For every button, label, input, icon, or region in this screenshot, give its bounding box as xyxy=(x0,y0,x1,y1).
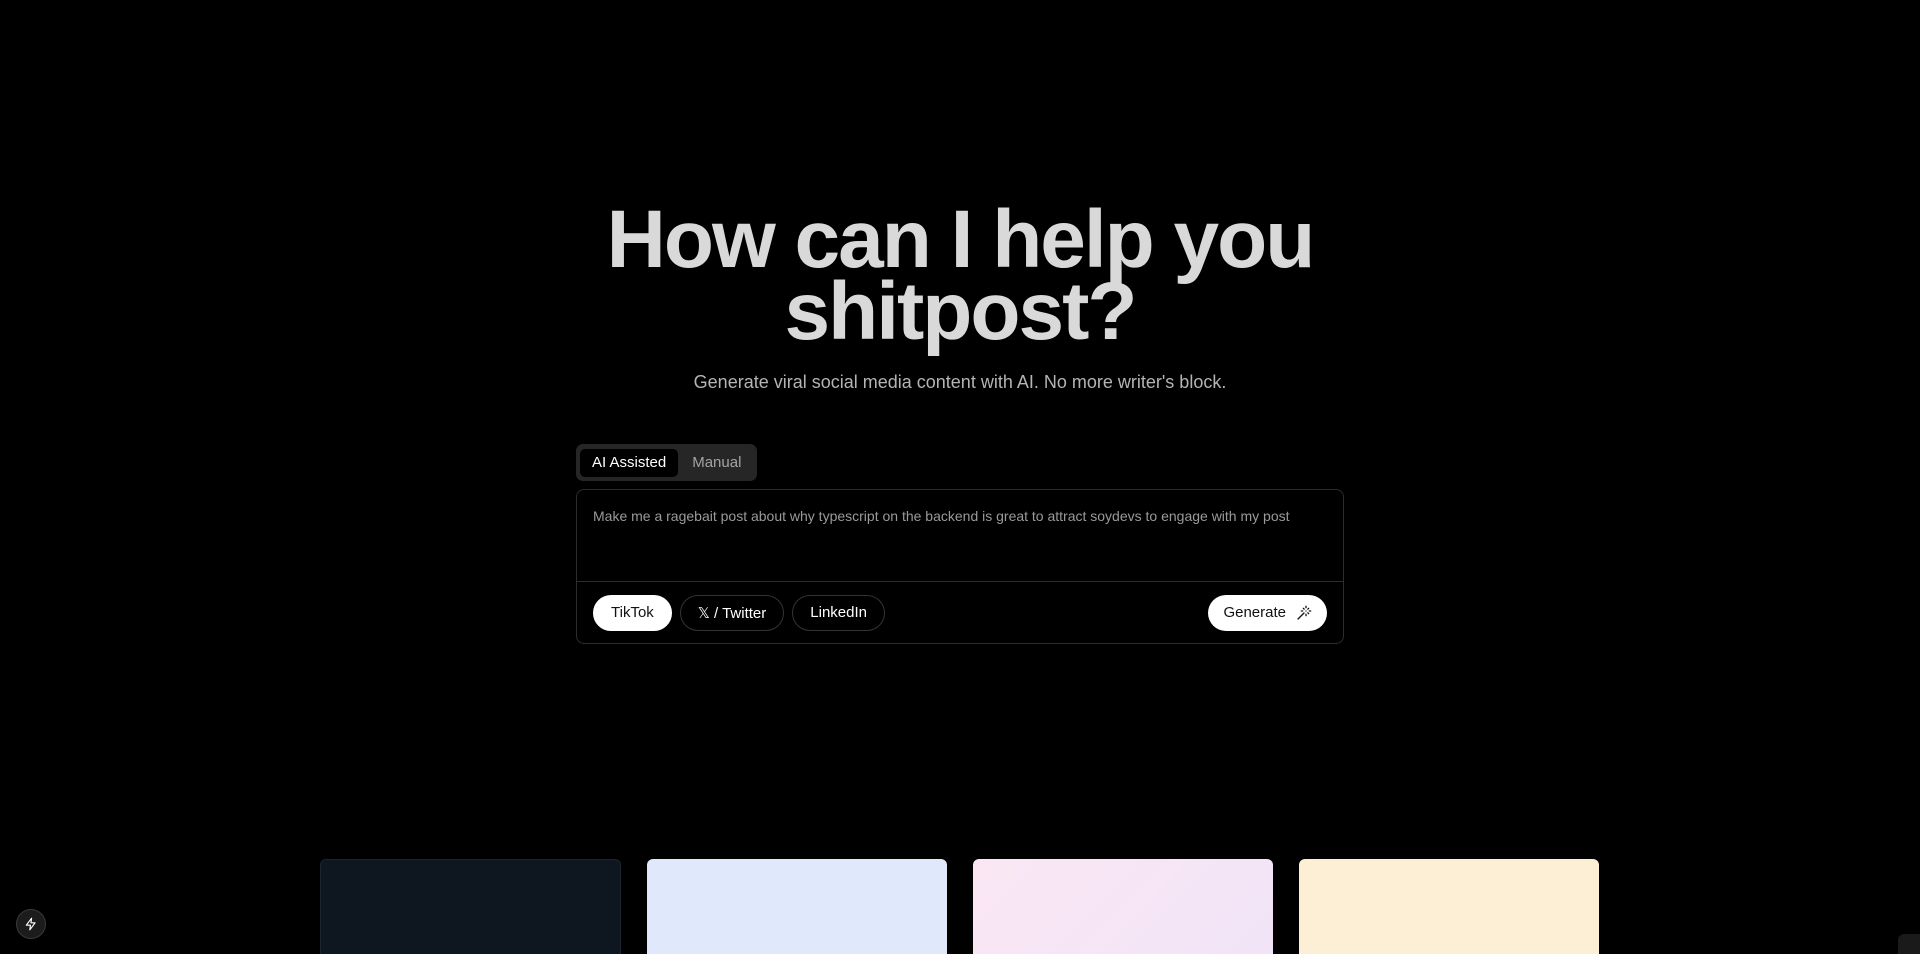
generate-button[interactable]: Generate xyxy=(1208,594,1327,631)
page: How can I help you shitpost? Generate vi… xyxy=(0,0,1920,954)
lightning-icon xyxy=(25,917,36,931)
generate-button-label: Generate xyxy=(1223,604,1286,621)
page-title-line-2: shitpost? xyxy=(784,266,1138,357)
example-card[interactable] xyxy=(320,859,621,954)
corner-handle[interactable] xyxy=(1898,934,1920,954)
example-card[interactable] xyxy=(973,859,1273,954)
prompt-actions: TikTok 𝕏 / Twitter LinkedIn Generate xyxy=(577,582,1343,643)
mode-ai-assisted-tab[interactable]: AI Assisted xyxy=(580,448,679,477)
platform-linkedin-button[interactable]: LinkedIn xyxy=(792,594,885,631)
example-card[interactable] xyxy=(1299,859,1599,954)
quick-action-button[interactable] xyxy=(16,909,46,939)
example-card[interactable] xyxy=(647,859,947,954)
page-title: How can I help you shitpost? xyxy=(0,199,1920,357)
prompt-card: Make me a ragebait post about why typesc… xyxy=(576,489,1344,644)
composer: AI Assisted Manual Make me a ragebait po… xyxy=(576,444,1344,644)
platform-twitter-button[interactable]: 𝕏 / Twitter xyxy=(679,594,785,631)
mode-manual-tab[interactable]: Manual xyxy=(680,449,753,477)
mode-toggle: AI Assisted Manual xyxy=(576,444,758,481)
platform-selector: TikTok 𝕏 / Twitter LinkedIn xyxy=(593,594,885,631)
prompt-input[interactable]: Make me a ragebait post about why typesc… xyxy=(577,490,1343,582)
hero: How can I help you shitpost? Generate vi… xyxy=(0,199,1920,393)
page-subtitle: Generate viral social media content with… xyxy=(693,372,1227,392)
sparkles-icon xyxy=(1297,605,1312,620)
platform-tiktok-button[interactable]: TikTok xyxy=(593,594,672,631)
